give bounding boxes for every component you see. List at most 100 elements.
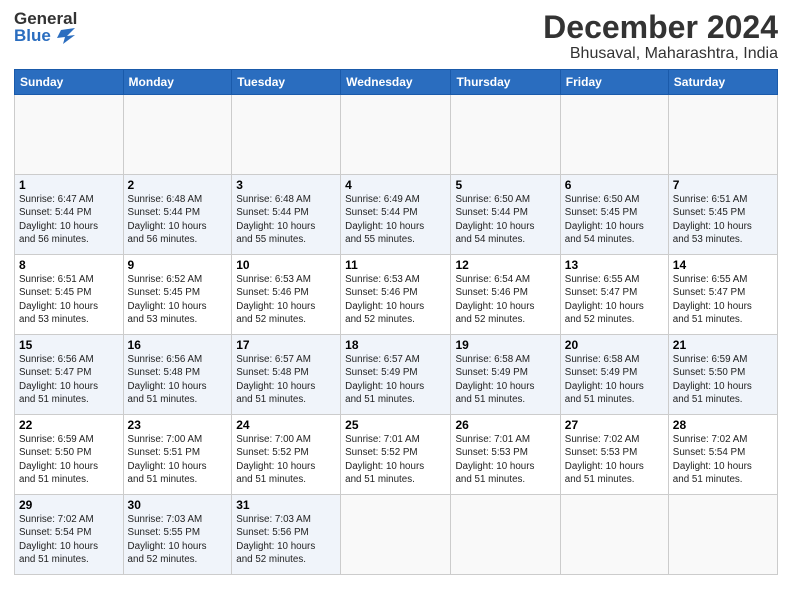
calendar-cell: 13Sunrise: 6:55 AMSunset: 5:47 PMDayligh… xyxy=(560,255,668,335)
calendar-cell xyxy=(451,95,560,175)
day-info: Sunrise: 6:49 AMSunset: 5:44 PMDaylight:… xyxy=(345,193,446,246)
calendar-cell: 18Sunrise: 6:57 AMSunset: 5:49 PMDayligh… xyxy=(341,335,451,415)
calendar-week-5: 29Sunrise: 7:02 AMSunset: 5:54 PMDayligh… xyxy=(15,495,778,575)
calendar-cell xyxy=(15,95,124,175)
calendar-week-3: 15Sunrise: 6:56 AMSunset: 5:47 PMDayligh… xyxy=(15,335,778,415)
calendar-cell: 26Sunrise: 7:01 AMSunset: 5:53 PMDayligh… xyxy=(451,415,560,495)
calendar-header-row: Sunday Monday Tuesday Wednesday Thursday… xyxy=(15,70,778,95)
calendar-cell xyxy=(560,495,668,575)
col-sunday: Sunday xyxy=(15,70,124,95)
day-number: 15 xyxy=(19,338,119,352)
day-number: 27 xyxy=(565,418,664,432)
day-number: 1 xyxy=(19,178,119,192)
page-container: General Blue December 2024 Bhusaval, Mah… xyxy=(0,0,792,583)
calendar-cell: 31Sunrise: 7:03 AMSunset: 5:56 PMDayligh… xyxy=(232,495,341,575)
calendar-cell: 7Sunrise: 6:51 AMSunset: 5:45 PMDaylight… xyxy=(668,175,777,255)
day-number: 19 xyxy=(455,338,555,352)
calendar-cell: 20Sunrise: 6:58 AMSunset: 5:49 PMDayligh… xyxy=(560,335,668,415)
day-number: 21 xyxy=(673,338,773,352)
day-info: Sunrise: 6:57 AMSunset: 5:49 PMDaylight:… xyxy=(345,353,446,406)
calendar-cell: 29Sunrise: 7:02 AMSunset: 5:54 PMDayligh… xyxy=(15,495,124,575)
day-info: Sunrise: 6:55 AMSunset: 5:47 PMDaylight:… xyxy=(673,273,773,326)
day-info: Sunrise: 6:48 AMSunset: 5:44 PMDaylight:… xyxy=(128,193,228,246)
calendar-cell: 24Sunrise: 7:00 AMSunset: 5:52 PMDayligh… xyxy=(232,415,341,495)
day-number: 2 xyxy=(128,178,228,192)
logo-blue: Blue xyxy=(14,27,77,44)
logo-general: General xyxy=(14,10,77,27)
day-info: Sunrise: 6:54 AMSunset: 5:46 PMDaylight:… xyxy=(455,273,555,326)
calendar-cell: 1Sunrise: 6:47 AMSunset: 5:44 PMDaylight… xyxy=(15,175,124,255)
day-number: 22 xyxy=(19,418,119,432)
calendar-cell: 30Sunrise: 7:03 AMSunset: 5:55 PMDayligh… xyxy=(123,495,232,575)
day-info: Sunrise: 7:02 AMSunset: 5:54 PMDaylight:… xyxy=(673,433,773,486)
day-info: Sunrise: 6:55 AMSunset: 5:47 PMDaylight:… xyxy=(565,273,664,326)
calendar-cell: 11Sunrise: 6:53 AMSunset: 5:46 PMDayligh… xyxy=(341,255,451,335)
day-info: Sunrise: 6:57 AMSunset: 5:48 PMDaylight:… xyxy=(236,353,336,406)
day-number: 16 xyxy=(128,338,228,352)
logo: General Blue xyxy=(14,10,77,44)
calendar-cell: 17Sunrise: 6:57 AMSunset: 5:48 PMDayligh… xyxy=(232,335,341,415)
calendar-cell: 22Sunrise: 6:59 AMSunset: 5:50 PMDayligh… xyxy=(15,415,124,495)
calendar-cell xyxy=(341,495,451,575)
day-info: Sunrise: 7:00 AMSunset: 5:51 PMDaylight:… xyxy=(128,433,228,486)
day-number: 6 xyxy=(565,178,664,192)
day-number: 11 xyxy=(345,258,446,272)
calendar-cell xyxy=(560,95,668,175)
calendar-table: Sunday Monday Tuesday Wednesday Thursday… xyxy=(14,69,778,575)
day-number: 26 xyxy=(455,418,555,432)
day-info: Sunrise: 6:48 AMSunset: 5:44 PMDaylight:… xyxy=(236,193,336,246)
col-monday: Monday xyxy=(123,70,232,95)
day-info: Sunrise: 6:56 AMSunset: 5:47 PMDaylight:… xyxy=(19,353,119,406)
day-number: 18 xyxy=(345,338,446,352)
day-info: Sunrise: 6:58 AMSunset: 5:49 PMDaylight:… xyxy=(455,353,555,406)
calendar-cell: 12Sunrise: 6:54 AMSunset: 5:46 PMDayligh… xyxy=(451,255,560,335)
calendar-cell: 10Sunrise: 6:53 AMSunset: 5:46 PMDayligh… xyxy=(232,255,341,335)
calendar-cell: 19Sunrise: 6:58 AMSunset: 5:49 PMDayligh… xyxy=(451,335,560,415)
day-info: Sunrise: 7:03 AMSunset: 5:56 PMDaylight:… xyxy=(236,513,336,566)
day-info: Sunrise: 6:52 AMSunset: 5:45 PMDaylight:… xyxy=(128,273,228,326)
day-number: 17 xyxy=(236,338,336,352)
day-number: 3 xyxy=(236,178,336,192)
day-info: Sunrise: 7:00 AMSunset: 5:52 PMDaylight:… xyxy=(236,433,336,486)
day-number: 12 xyxy=(455,258,555,272)
day-info: Sunrise: 6:56 AMSunset: 5:48 PMDaylight:… xyxy=(128,353,228,406)
calendar-cell: 25Sunrise: 7:01 AMSunset: 5:52 PMDayligh… xyxy=(341,415,451,495)
day-number: 4 xyxy=(345,178,446,192)
calendar-cell: 6Sunrise: 6:50 AMSunset: 5:45 PMDaylight… xyxy=(560,175,668,255)
day-number: 24 xyxy=(236,418,336,432)
col-tuesday: Tuesday xyxy=(232,70,341,95)
day-info: Sunrise: 6:50 AMSunset: 5:44 PMDaylight:… xyxy=(455,193,555,246)
calendar-cell: 4Sunrise: 6:49 AMSunset: 5:44 PMDaylight… xyxy=(341,175,451,255)
calendar-cell: 3Sunrise: 6:48 AMSunset: 5:44 PMDaylight… xyxy=(232,175,341,255)
calendar-week-1: 1Sunrise: 6:47 AMSunset: 5:44 PMDaylight… xyxy=(15,175,778,255)
col-friday: Friday xyxy=(560,70,668,95)
day-number: 28 xyxy=(673,418,773,432)
calendar-cell: 21Sunrise: 6:59 AMSunset: 5:50 PMDayligh… xyxy=(668,335,777,415)
calendar-title: December 2024 xyxy=(543,10,778,45)
col-thursday: Thursday xyxy=(451,70,560,95)
logo-bird-icon xyxy=(53,28,75,44)
day-number: 13 xyxy=(565,258,664,272)
calendar-cell: 14Sunrise: 6:55 AMSunset: 5:47 PMDayligh… xyxy=(668,255,777,335)
day-number: 5 xyxy=(455,178,555,192)
calendar-week-2: 8Sunrise: 6:51 AMSunset: 5:45 PMDaylight… xyxy=(15,255,778,335)
calendar-cell: 28Sunrise: 7:02 AMSunset: 5:54 PMDayligh… xyxy=(668,415,777,495)
header: General Blue December 2024 Bhusaval, Mah… xyxy=(14,10,778,63)
calendar-cell: 27Sunrise: 7:02 AMSunset: 5:53 PMDayligh… xyxy=(560,415,668,495)
day-info: Sunrise: 7:02 AMSunset: 5:54 PMDaylight:… xyxy=(19,513,119,566)
calendar-cell xyxy=(232,95,341,175)
calendar-cell: 8Sunrise: 6:51 AMSunset: 5:45 PMDaylight… xyxy=(15,255,124,335)
col-saturday: Saturday xyxy=(668,70,777,95)
day-info: Sunrise: 7:03 AMSunset: 5:55 PMDaylight:… xyxy=(128,513,228,566)
day-info: Sunrise: 7:02 AMSunset: 5:53 PMDaylight:… xyxy=(565,433,664,486)
day-number: 30 xyxy=(128,498,228,512)
day-info: Sunrise: 7:01 AMSunset: 5:52 PMDaylight:… xyxy=(345,433,446,486)
calendar-cell xyxy=(451,495,560,575)
day-info: Sunrise: 7:01 AMSunset: 5:53 PMDaylight:… xyxy=(455,433,555,486)
day-number: 23 xyxy=(128,418,228,432)
calendar-subtitle: Bhusaval, Maharashtra, India xyxy=(543,45,778,63)
calendar-cell: 9Sunrise: 6:52 AMSunset: 5:45 PMDaylight… xyxy=(123,255,232,335)
calendar-cell: 2Sunrise: 6:48 AMSunset: 5:44 PMDaylight… xyxy=(123,175,232,255)
day-info: Sunrise: 6:58 AMSunset: 5:49 PMDaylight:… xyxy=(565,353,664,406)
day-number: 29 xyxy=(19,498,119,512)
